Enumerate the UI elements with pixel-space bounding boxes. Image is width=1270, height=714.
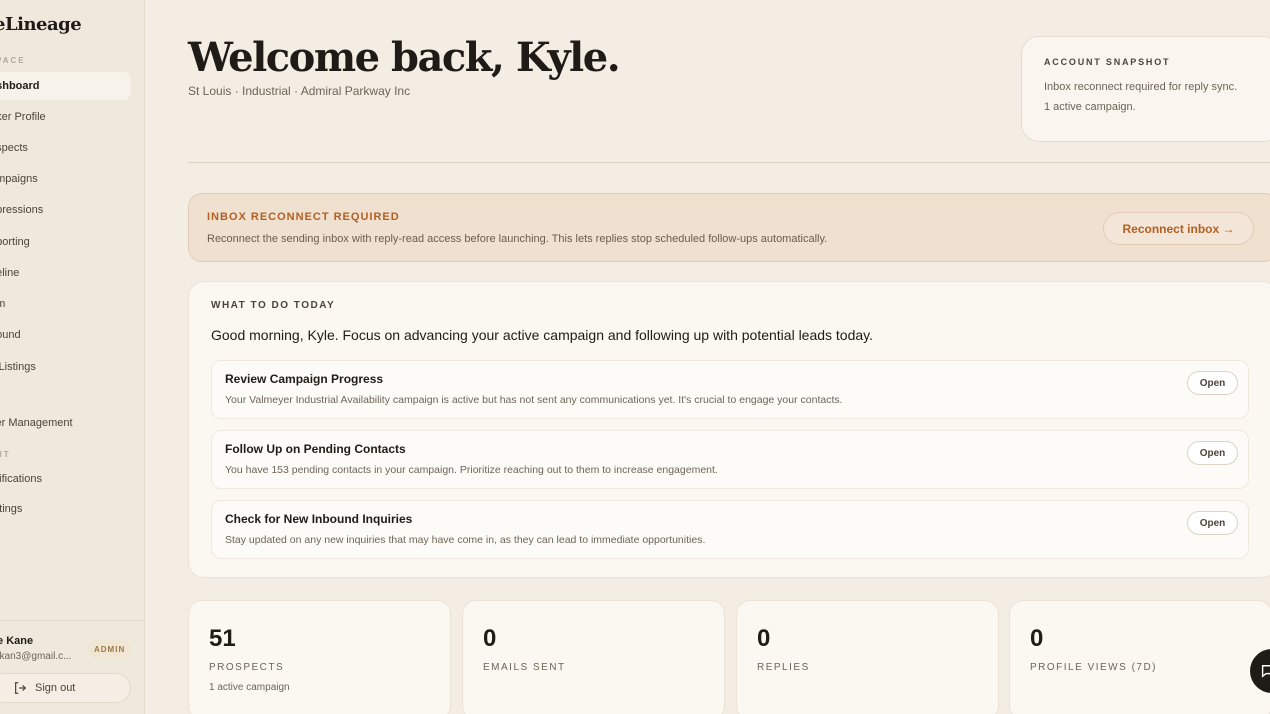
task-description: Your Valmeyer Industrial Availability ca… [225,394,843,406]
admin-badge: ADMIN [88,640,132,658]
header-divider [188,162,1270,163]
alert-message: Reconnect the sending inbox with reply-r… [207,233,828,245]
stat-card-profile-views: 0 PROFILE VIEWS (7D) [1009,600,1270,714]
snapshot-line: Inbox reconnect required for reply sync. [1044,81,1238,93]
sidebar-item-campaigns[interactable]: ampaigns [0,165,131,193]
sidebar-item-label: bound [0,329,21,341]
snapshot-line: 1 active campaign. [1044,101,1136,113]
sidebar-item-broker-profile[interactable]: oker Profile [0,103,131,131]
todo-card: WHAT TO DO TODAY Good morning, Kyle. Foc… [188,281,1270,578]
sidebar-item-inbound[interactable]: bound [0,321,131,349]
task-title: Follow Up on Pending Contacts [225,442,406,456]
sidebar-item-dashboard[interactable]: ashboard [0,72,131,100]
sidebar: eLineage PACE ashboard oker Profile ospe… [0,0,145,714]
stat-value: 0 [1030,625,1044,652]
sidebar-item-prospects[interactable]: ospects [0,134,131,162]
task-item: Review Campaign Progress Your Valmeyer I… [211,360,1249,419]
stat-value: 0 [757,625,771,652]
sidebar-item-label: ppressions [0,204,44,216]
sidebar-item-notifications[interactable]: otifications [0,465,131,493]
sidebar-item-label: ospects [0,142,28,154]
sidebar-item-label: ettings [0,503,23,515]
task-open-button[interactable]: Open [1187,511,1238,535]
sidebar-item-suppressions[interactable]: ppressions [0,196,131,224]
sidebar-item-label: oker Profile [0,111,46,123]
stat-card-prospects: 51 PROSPECTS 1 active campaign [188,600,451,714]
task-item: Check for New Inbound Inquiries Stay upd… [211,500,1249,559]
sidebar-item-label: ser Management [0,417,73,429]
task-title: Review Campaign Progress [225,372,384,386]
task-open-button[interactable]: Open [1187,441,1238,465]
workspace-section-label: PACE [0,56,26,65]
sidebar-item-settings[interactable]: ettings [0,495,131,523]
stat-label: EMAILS SENT [483,662,566,673]
sign-out-button[interactable]: Sign out [0,673,131,703]
reconnect-inbox-button[interactable]: Reconnect inbox → [1103,212,1254,245]
stat-label: REPLIES [757,662,810,673]
stat-sub: 1 active campaign [209,682,290,693]
sidebar-item-team[interactable]: am [0,290,131,318]
user-name: le Kane [0,635,34,647]
stat-label: PROFILE VIEWS (7D) [1030,662,1158,673]
inbox-reconnect-alert: INBOX RECONNECT REQUIRED Reconnect the s… [188,193,1270,262]
todo-greeting: Good morning, Kyle. Focus on advancing y… [211,327,874,343]
sidebar-item-label: eporting [0,236,30,248]
account-section-label: NT [0,450,11,459]
sidebar-item-reporting[interactable]: eporting [0,228,131,256]
brand-logo[interactable]: eLineage [0,14,82,35]
sidebar-item-label: otifications [0,473,42,485]
todo-label: WHAT TO DO TODAY [211,300,336,311]
task-description: You have 153 pending contacts in your ca… [225,464,718,476]
user-email: 3kan3@gmail.c... [0,651,72,662]
sidebar-item-label: ampaigns [0,173,38,185]
account-snapshot-card: ACCOUNT SNAPSHOT Inbox reconnect require… [1021,36,1270,142]
stat-value: 51 [209,625,236,652]
page-subtitle: St Louis · Industrial · Admiral Parkway … [188,84,411,98]
chat-icon [1261,665,1270,678]
sidebar-item-label: am [0,298,5,310]
task-open-button[interactable]: Open [1187,371,1238,395]
sign-out-label: Sign out [35,682,76,694]
alert-title: INBOX RECONNECT REQUIRED [207,211,400,223]
stat-card-emails-sent: 0 EMAILS SENT [462,600,725,714]
sign-out-icon [15,682,27,694]
task-title: Check for New Inbound Inquiries [225,512,413,526]
stat-label: PROSPECTS [209,662,285,673]
sidebar-item-user-management[interactable]: ser Management [0,409,131,437]
sidebar-item-label: y Listings [0,361,36,373]
sidebar-item-pipeline[interactable]: peline [0,259,131,287]
task-description: Stay updated on any new inquiries that m… [225,534,706,546]
snapshot-title: ACCOUNT SNAPSHOT [1044,57,1171,67]
sidebar-item-label: ashboard [0,80,40,92]
sidebar-item-my-listings[interactable]: y Listings [0,353,131,381]
task-item: Follow Up on Pending Contacts You have 1… [211,430,1249,489]
stat-value: 0 [483,625,497,652]
stat-card-replies: 0 REPLIES [736,600,999,714]
page-title: Welcome back, Kyle. [188,34,621,81]
user-panel: le Kane 3kan3@gmail.c... ADMIN Sign out [0,620,144,714]
sidebar-item-label: peline [0,267,20,279]
main-content: Welcome back, Kyle. St Louis · Industria… [188,0,1270,714]
